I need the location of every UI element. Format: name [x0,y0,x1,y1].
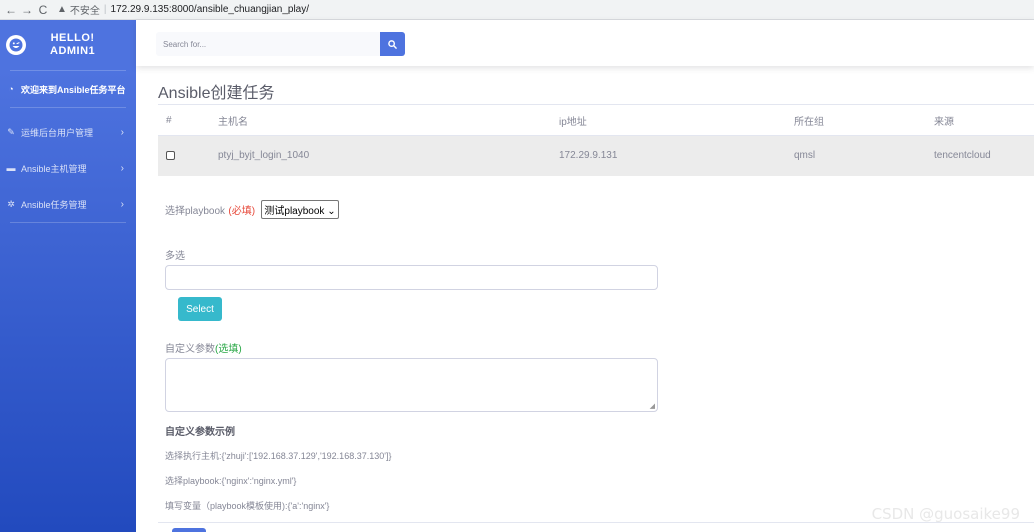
browser-toolbar: ← → C ▲ 不安全 | 172.29.9.135:8000/ansible_… [0,0,1034,20]
required-tag: (必填) [228,206,256,217]
custom-params-textarea[interactable]: ◢ [165,358,658,412]
select-button[interactable]: Select [178,297,222,321]
cell-source: tencentcloud [934,135,1034,176]
url-text: 172.29.9.135:8000/ansible_chuangjian_pla… [110,4,310,15]
warning-icon: ▲ [57,4,67,15]
reload-icon[interactable]: C [35,3,51,17]
col-header-source: 来源 [934,104,1034,136]
chevron-right-icon: › [120,198,124,210]
brand-text: HELLO! ADMIN1 [50,32,95,58]
resize-grip-icon[interactable]: ◢ [650,402,655,410]
chevron-right-icon: › [120,126,124,138]
playbook-select-value: 测试playbook [264,206,325,217]
address-bar[interactable]: ▲ 不安全 | 172.29.9.135:8000/ansible_chuang… [57,2,1034,18]
topbar [136,20,1034,66]
chevron-right-icon: › [120,162,124,174]
search-icon [388,39,397,49]
search-input[interactable] [156,32,380,56]
playbook-label: 选择playbook [165,206,226,217]
sidebar-item-dashboard[interactable]: ◔ 欢迎来到Ansible任务平台 [0,71,136,107]
example-title: 自定义参数示例 [165,427,235,438]
row-checkbox-cell [158,135,218,176]
row-checkbox[interactable] [166,151,175,161]
sidebar-item-label: 运维后台用户管理 [21,127,94,138]
back-icon[interactable]: ← [3,3,19,17]
wrench-icon: ✎ [7,126,15,137]
custom-params-label-row: 自定义参数(选填) [165,340,242,355]
cog-icon: ✲ [7,198,15,209]
sidebar-item-label: 欢迎来到Ansible任务平台 [21,84,126,95]
sidebar: HELLO! ADMIN1 ◔ 欢迎来到Ansible任务平台 ✎ 运维后台用户… [0,20,136,532]
laugh-wink-icon [6,35,26,55]
example-line-playbook: 选择playbook:{'nginx':'nginx.yml'} [165,476,297,486]
col-header-group: 所在组 [794,104,934,136]
search-button[interactable] [380,32,405,56]
multi-select-input[interactable] [165,265,658,290]
chevron-down-icon: ⌄ [327,206,336,217]
multi-select-label: 多选 [165,251,185,262]
forward-icon[interactable]: → [19,3,35,17]
main-content: Ansible创建任务 # 主机名 ip地址 所在组 来源 ptyj_byjt_… [136,66,1034,532]
sidebar-item-ops-users[interactable]: ✎ 运维后台用户管理 › [0,114,136,150]
sidebar-item-ansible-tasks[interactable]: ✲ Ansible任务管理 › [0,186,136,222]
search-group [156,32,405,56]
col-header-hostname: 主机名 [218,104,559,136]
select-button-wrap: Select [178,297,222,321]
cell-ip: 172.29.9.131 [559,135,794,176]
optional-tag: (选填) [215,344,242,355]
playbook-row: 选择playbook (必填) 测试playbook ⌄ [165,200,339,219]
custom-params-label: 自定义参数 [165,344,215,355]
hosts-table: # 主机名 ip地址 所在组 来源 ptyj_byjt_login_1040 1… [158,104,1034,176]
playbook-select[interactable]: 测试playbook ⌄ [261,200,339,219]
page-title: Ansible创建任务 [158,85,275,102]
sidebar-item-ansible-hosts[interactable]: ▬ Ansible主机管理 › [0,150,136,186]
sidebar-item-label: Ansible任务管理 [21,199,87,210]
brand-user: ADMIN1 [50,45,96,57]
address-separator: | [103,4,107,15]
table-row[interactable]: ptyj_byjt_login_1040 172.29.9.131 qmsl t… [158,135,1034,176]
col-header-index: # [158,104,218,136]
submit-button[interactable] [172,528,206,532]
col-header-ip: ip地址 [559,104,794,136]
sidebar-brand[interactable]: HELLO! ADMIN1 [0,20,136,70]
sidebar-item-label: Ansible主机管理 [21,163,87,174]
tachometer-icon: ◔ [8,84,14,94]
example-line-vars: 填写变量（playbook模板使用):{'a':'nginx'} [165,501,330,511]
watermark: CSDN @guosaike99 [871,505,1020,523]
sidebar-divider [10,222,126,223]
folder-icon: ▬ [6,163,16,173]
example-line-hosts: 选择执行主机:{'zhuji':['192.168.37.129','192.1… [165,451,392,461]
brand-greeting: HELLO! [50,32,95,44]
insecure-label: 不安全 [69,6,100,17]
table-header-row: # 主机名 ip地址 所在组 来源 [158,104,1034,136]
cell-hostname: ptyj_byjt_login_1040 [218,135,559,176]
cell-group: qmsl [794,135,934,176]
